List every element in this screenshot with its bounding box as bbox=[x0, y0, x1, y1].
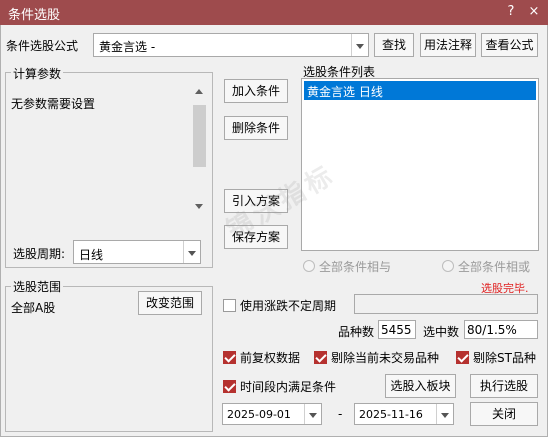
uncertain-period-checkbox[interactable] bbox=[223, 299, 236, 312]
count-label: 品种数 bbox=[338, 325, 375, 339]
delete-condition-button[interactable]: 删除条件 bbox=[224, 116, 288, 140]
pre-adjust-checkbox[interactable] bbox=[223, 351, 236, 364]
exclude-st-label: 剔除ST品种 bbox=[473, 351, 536, 365]
chevron-down-icon[interactable] bbox=[351, 34, 368, 56]
uncertain-period-label: 使用涨跌不定周期 bbox=[240, 299, 337, 313]
close-button[interactable]: 关闭 bbox=[470, 402, 538, 426]
period-condition-checkbox[interactable] bbox=[223, 380, 236, 393]
find-button[interactable]: 查找 bbox=[374, 33, 414, 57]
selected-value: 80/1.5% bbox=[467, 323, 517, 337]
selected-field: 80/1.5% bbox=[464, 320, 538, 339]
radio-and-label: 全部条件相与 bbox=[319, 260, 392, 274]
period-input[interactable] bbox=[354, 294, 538, 314]
scroll-down-icon[interactable] bbox=[195, 204, 203, 209]
date-separator: - bbox=[338, 407, 343, 421]
start-date-value: 2025-09-01 bbox=[227, 408, 291, 421]
count-field: 5455 bbox=[378, 320, 416, 339]
params-area: 无参数需要设置 bbox=[8, 84, 210, 214]
add-condition-button[interactable]: 加入条件 bbox=[224, 79, 288, 103]
range-legend: 选股范围 bbox=[11, 278, 64, 295]
formula-select[interactable]: 黄金言选 - bbox=[93, 33, 369, 57]
end-date-picker[interactable]: 2025-11-16 bbox=[354, 403, 454, 425]
usage-button[interactable]: 用法注释 bbox=[420, 33, 476, 57]
radio-or-label: 全部条件相或 bbox=[458, 260, 531, 274]
period-condition-label: 时间段内满足条件 bbox=[240, 380, 337, 394]
execute-button[interactable]: 执行选股 bbox=[470, 374, 538, 398]
conditions-list[interactable]: 黄金言选 日线 bbox=[301, 78, 539, 251]
list-item[interactable]: 黄金言选 日线 bbox=[304, 81, 536, 100]
pre-adjust-label: 前复权数据 bbox=[240, 351, 301, 365]
window-title: 条件选股 bbox=[8, 8, 61, 23]
params-legend: 计算参数 bbox=[11, 65, 64, 82]
params-text: 无参数需要设置 bbox=[11, 97, 96, 111]
view-formula-button[interactable]: 查看公式 bbox=[481, 33, 538, 57]
period-label: 选股周期: bbox=[13, 247, 66, 261]
chevron-down-icon[interactable] bbox=[436, 404, 453, 424]
change-range-button[interactable]: 改变范围 bbox=[138, 291, 202, 315]
period-select[interactable]: 日线 bbox=[73, 240, 201, 264]
formula-select-value: 黄金言选 - bbox=[99, 40, 156, 54]
add-to-block-button[interactable]: 选股入板块 bbox=[385, 374, 456, 398]
selected-label: 选中数 bbox=[423, 325, 460, 339]
formula-label: 条件选股公式 bbox=[6, 39, 79, 53]
count-value: 5455 bbox=[381, 323, 412, 337]
close-icon[interactable]: × bbox=[525, 3, 543, 21]
end-date-value: 2025-11-16 bbox=[359, 408, 423, 421]
title-bar: 条件选股 ? × bbox=[0, 0, 548, 25]
list-item-label: 黄金言选 日线 bbox=[307, 85, 383, 99]
scroll-thumb[interactable] bbox=[193, 105, 206, 167]
exclude-untraded-checkbox[interactable] bbox=[314, 351, 327, 364]
params-scrollbar[interactable] bbox=[191, 87, 208, 213]
chevron-down-icon[interactable] bbox=[304, 404, 321, 424]
range-value: 全部A股 bbox=[11, 301, 56, 315]
start-date-picker[interactable]: 2025-09-01 bbox=[222, 403, 322, 425]
exclude-untraded-label: 剔除当前未交易品种 bbox=[331, 351, 440, 365]
help-icon[interactable]: ? bbox=[502, 3, 520, 21]
radio-and[interactable] bbox=[303, 260, 315, 272]
scroll-up-icon[interactable] bbox=[195, 89, 203, 94]
period-select-value: 日线 bbox=[79, 248, 104, 262]
radio-or[interactable] bbox=[442, 260, 454, 272]
exclude-st-checkbox[interactable] bbox=[456, 351, 469, 364]
chevron-down-icon[interactable] bbox=[183, 241, 200, 263]
